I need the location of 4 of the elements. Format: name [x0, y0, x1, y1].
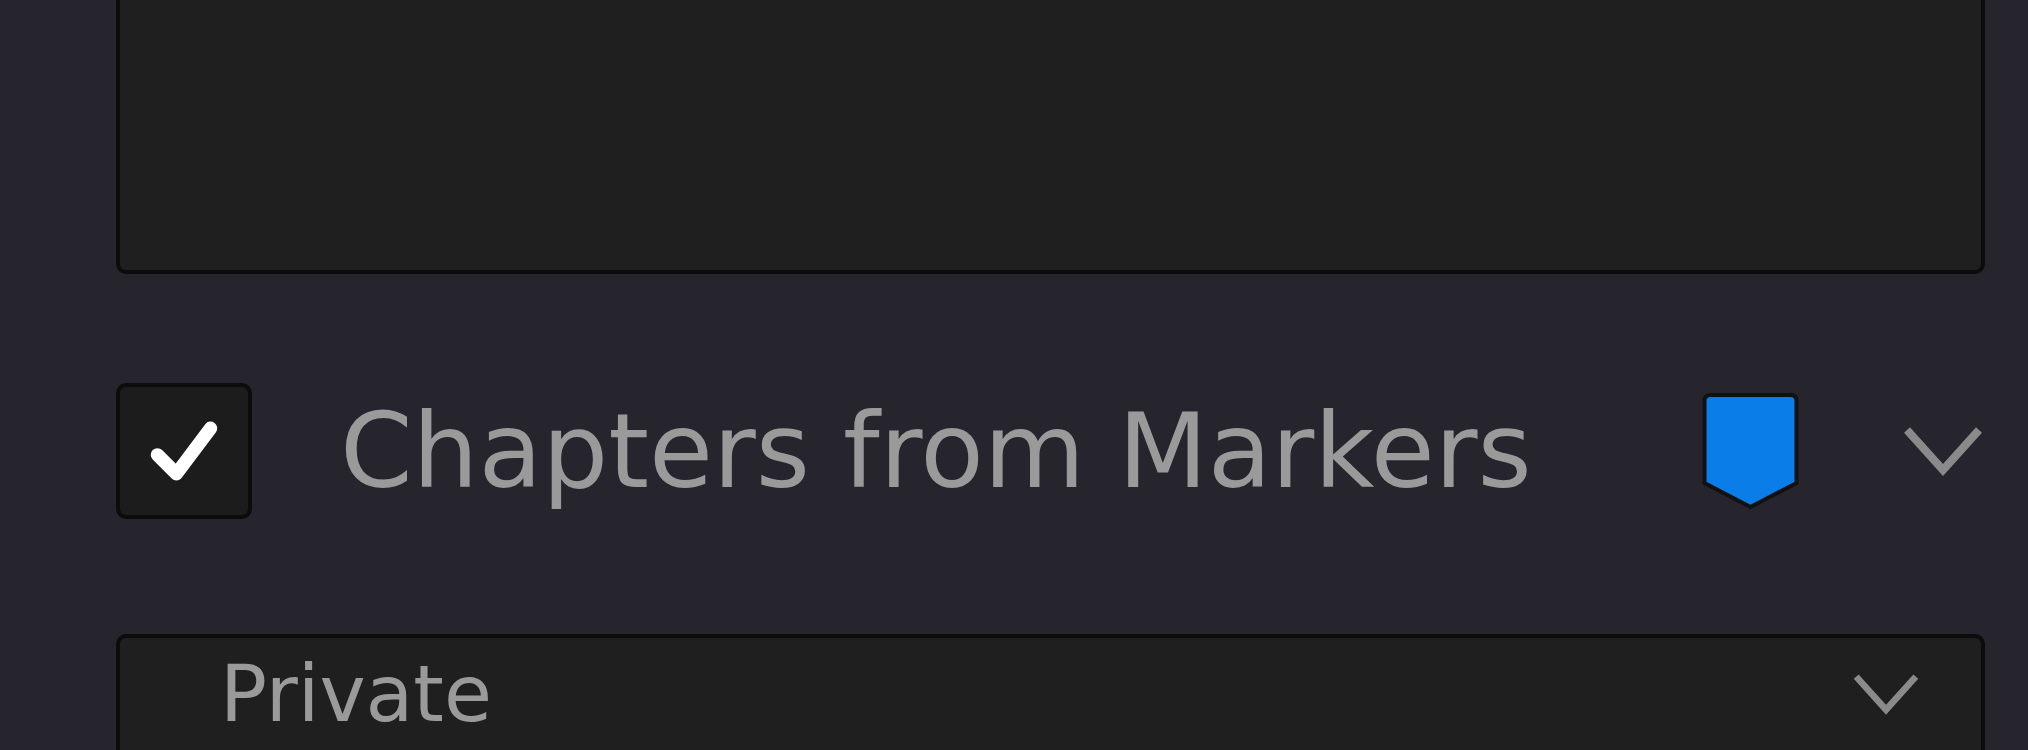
- marker-icon: [1700, 391, 1801, 511]
- checkbox-label: Chapters from Markers: [340, 390, 1533, 512]
- checkbox[interactable]: [116, 383, 252, 519]
- visibility-dropdown[interactable]: Private: [116, 634, 1985, 750]
